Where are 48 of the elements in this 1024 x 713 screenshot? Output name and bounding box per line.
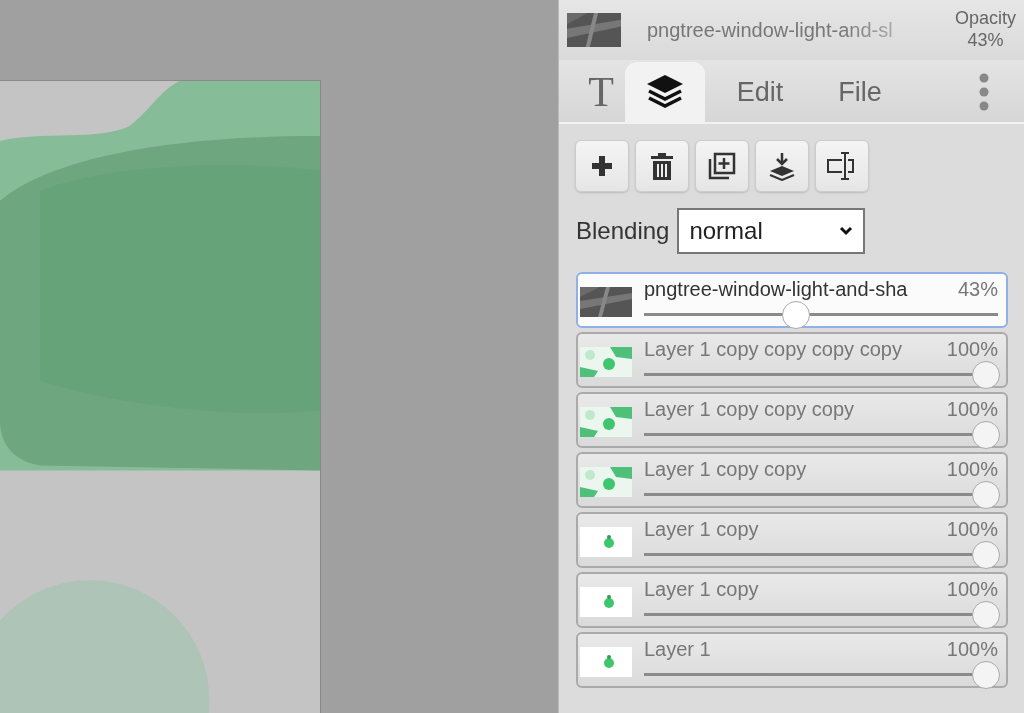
layer-name: Layer 1 copy copy copy [644,397,855,421]
layer-row[interactable]: Layer 1 copy copy copy 100% [576,392,1008,448]
blending-label: Blending [576,216,670,246]
menu-tab[interactable]: File [815,62,905,122]
text-tool-tab[interactable]: T [577,62,625,122]
opacity-value: 43% [957,277,998,301]
opacity-value: 43% [966,30,1005,52]
layer-row[interactable]: Layer 1 copy 100% [576,512,1008,568]
opacity-label: Opacity [954,8,1016,30]
opacity-value: 100% [946,637,998,661]
trash-icon [650,151,674,181]
opacity-value: 100% [946,337,998,361]
slider-thumb[interactable] [972,481,1000,509]
layers-icon [645,73,685,111]
layer-row[interactable]: Layer 1 copy copy copy copy 100% [576,332,1008,388]
layer-name: Layer 1 copy copy [644,457,807,481]
layers-tab[interactable] [625,62,705,122]
layer-name: Layer 1 copy [644,577,759,601]
duplicate-button[interactable] [695,140,749,192]
plus-icon [590,154,614,178]
rename-button[interactable] [815,140,869,192]
layer-row[interactable]: pngtree-window-light-and-sha 43% [576,272,1008,328]
slider-thumb[interactable] [972,601,1000,629]
delete-button[interactable] [635,140,689,192]
slider-thumb[interactable] [972,421,1000,449]
layer-name: pngtree-window-light-and-sl [647,18,894,43]
opacity-value: 100% [946,397,998,421]
layer-name: Layer 1 copy copy copy copy [644,337,902,361]
layer-row[interactable]: Layer 1 100% [576,632,1008,688]
slider-thumb[interactable] [782,301,811,329]
layer-name: pngtree-window-light-and-sha [644,277,908,301]
layer-row[interactable]: Layer 1 copy copy 100% [576,452,1008,508]
slider-thumb[interactable] [972,361,1000,389]
layer-name: Layer 1 [644,637,711,661]
duplicate-icon [707,151,737,181]
slider-thumb[interactable] [972,541,1000,569]
opacity-value: 100% [946,577,998,601]
opacity-value: 100% [946,457,998,481]
chevron-down-icon [839,226,854,236]
merge-down-button[interactable] [755,140,809,192]
layer-name: Layer 1 copy [644,517,759,541]
add-layer-button[interactable] [575,140,629,192]
opacity-value: 100% [946,517,998,541]
menu-tab[interactable]: Edit [705,62,815,122]
merge-down-icon [767,151,797,181]
blending-select[interactable]: normal [677,208,866,254]
layer-row[interactable]: Layer 1 copy 100% [576,572,1008,628]
slider-thumb[interactable] [972,661,1000,689]
